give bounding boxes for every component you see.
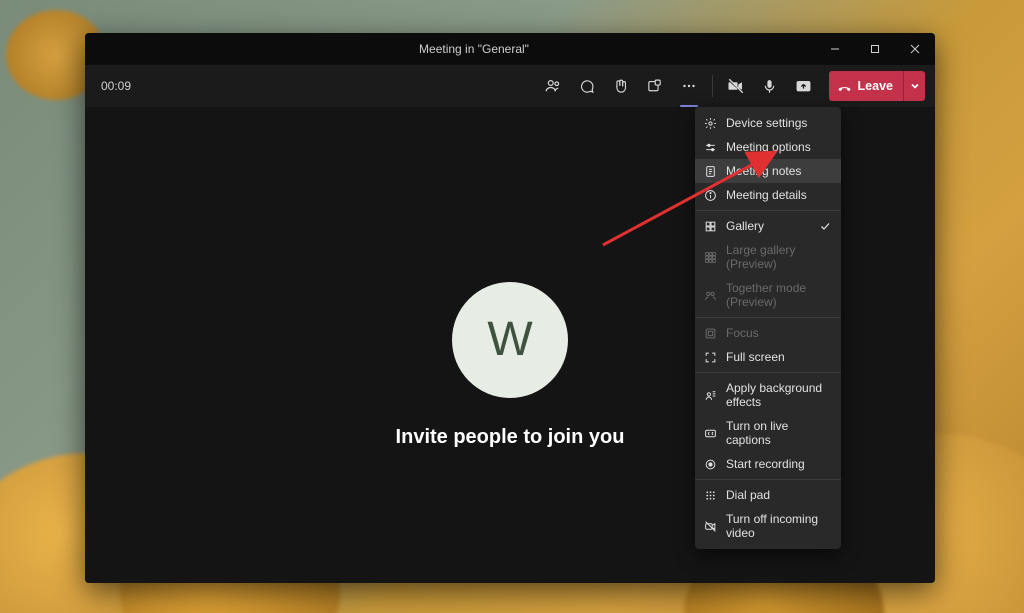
hangup-icon [837,79,852,94]
menu-item-large-gallery-preview: Large gallery (Preview) [695,238,841,276]
window-title: Meeting in "General" [133,42,815,56]
biggrid-icon [703,250,717,264]
focus-icon [703,326,717,340]
menu-item-label: Together mode (Preview) [726,281,831,309]
menu-item-start-recording[interactable]: Start recording [695,452,841,476]
menu-item-turn-off-incoming-video[interactable]: Turn off incoming video [695,507,841,545]
minimize-button[interactable] [815,33,855,65]
menu-item-label: Full screen [726,350,785,364]
menu-item-apply-background-effects[interactable]: Apply background effects [695,376,841,414]
menu-item-focus: Focus [695,321,841,345]
close-button[interactable] [895,33,935,65]
share-button[interactable] [789,71,819,101]
menu-item-full-screen[interactable]: Full screen [695,345,841,369]
menu-item-meeting-notes[interactable]: Meeting notes [695,159,841,183]
cc-icon [703,426,717,440]
share-screen-icon [795,78,812,95]
dialpad-icon [703,488,717,502]
check-icon [819,220,831,232]
toolbar-separator [712,75,713,97]
grid-icon [703,219,717,233]
meeting-timer: 00:09 [95,79,131,93]
gear-icon [703,116,717,130]
mic-button[interactable] [755,71,785,101]
record-icon [703,457,717,471]
menu-item-label: Turn on live captions [726,419,831,447]
more-actions-button[interactable] [674,71,704,101]
menu-item-device-settings[interactable]: Device settings [695,111,841,135]
maximize-button[interactable] [855,33,895,65]
menu-item-meeting-details[interactable]: Meeting details [695,183,841,207]
leave-button[interactable]: Leave [829,71,903,101]
leave-label: Leave [858,79,893,93]
together-icon [703,288,717,302]
rooms-button[interactable] [640,71,670,101]
raise-hand-icon [612,78,629,95]
meeting-toolbar: 00:09 [85,65,935,107]
chat-icon [578,78,595,95]
menu-separator [695,479,841,480]
breakout-rooms-icon [646,78,663,95]
leave-options-button[interactable] [903,71,925,101]
menu-item-turn-on-live-captions[interactable]: Turn on live captions [695,414,841,452]
menu-item-label: Turn off incoming video [726,512,831,540]
camera-off-icon [727,77,745,95]
menu-item-label: Apply background effects [726,381,831,409]
people-icon [544,77,562,95]
sliders-icon [703,140,717,154]
menu-separator [695,210,841,211]
videoff-icon [703,519,717,533]
menu-item-together-mode-preview: Together mode (Preview) [695,276,841,314]
menu-item-label: Meeting details [726,188,807,202]
menu-item-dial-pad[interactable]: Dial pad [695,483,841,507]
info-icon [703,188,717,202]
chat-button[interactable] [572,71,602,101]
camera-button[interactable] [721,71,751,101]
menu-item-label: Device settings [726,116,807,130]
menu-separator [695,317,841,318]
more-icon [680,77,698,95]
menu-item-label: Gallery [726,219,764,233]
more-actions-menu: Device settings Meeting options Meeting no… [695,107,841,549]
menu-item-meeting-options[interactable]: Meeting options [695,135,841,159]
notes-icon [703,164,717,178]
participant-avatar: W [452,282,568,398]
people-button[interactable] [538,71,568,101]
mic-icon [761,78,778,95]
fullscreen-icon [703,350,717,364]
invite-text: Invite people to join you [396,426,625,449]
meeting-window: Meeting in "General" 00:09 [85,33,935,583]
chevron-down-icon [910,81,920,91]
menu-item-label: Start recording [726,457,805,471]
menu-separator [695,372,841,373]
menu-item-label: Dial pad [726,488,770,502]
titlebar: Meeting in "General" [85,33,935,65]
menu-item-label: Meeting notes [726,164,801,178]
reactions-button[interactable] [606,71,636,101]
menu-item-label: Focus [726,326,759,340]
bg-icon [703,388,717,402]
menu-item-gallery[interactable]: Gallery [695,214,841,238]
menu-item-label: Large gallery (Preview) [726,243,831,271]
avatar-initial: W [487,312,532,367]
menu-item-label: Meeting options [726,140,811,154]
